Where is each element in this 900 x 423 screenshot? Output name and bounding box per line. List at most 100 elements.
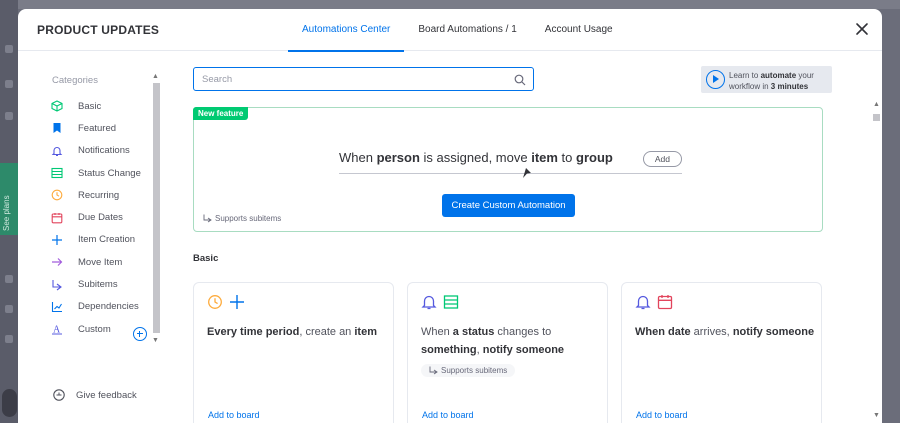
card-title: When date arrives, notify someone	[635, 326, 815, 338]
cursor-icon	[522, 166, 532, 178]
tab-automations-center[interactable]: Automations Center	[288, 9, 405, 52]
background-right	[882, 9, 900, 423]
automation-card[interactable]: When a status changes to something, noti…	[407, 282, 608, 423]
modal-title: PRODUCT UPDATES	[37, 23, 160, 37]
cube-icon	[50, 99, 64, 113]
learn-video-button[interactable]: Learn to automate your workflow in 3 min…	[701, 66, 832, 93]
category-label: Move Item	[78, 256, 123, 268]
categories-title: Categories	[52, 75, 98, 86]
close-icon[interactable]	[854, 21, 870, 37]
category-label: Recurring	[78, 189, 120, 201]
product-updates-modal: PRODUCT UPDATES Automations Center Board…	[18, 9, 882, 423]
create-custom-automation-button[interactable]: Create Custom Automation	[442, 194, 575, 217]
category-label: Dependencies	[78, 301, 139, 313]
scroll-thumb[interactable]	[873, 114, 880, 121]
feedback-icon	[52, 388, 66, 402]
plus-icon	[229, 294, 245, 310]
give-feedback-link[interactable]: Give feedback	[52, 388, 137, 402]
category-move-item[interactable]: Move Item	[50, 251, 160, 273]
status-icon	[50, 166, 64, 180]
categories-sidebar: Categories Basic Featured Notifications …	[18, 51, 168, 423]
add-category-button[interactable]	[133, 327, 147, 341]
sidebar-scrollbar[interactable]: ▲ ▼	[151, 73, 161, 349]
main-scrollbar[interactable]: ▲ ▼	[871, 99, 881, 423]
add-to-board-link[interactable]: Add to board	[208, 410, 260, 420]
category-status-change[interactable]: Status Change	[50, 162, 160, 184]
supports-subitems-tag: Supports subitems	[203, 214, 281, 223]
automation-sentence: When person is assigned, move item to gr…	[339, 150, 682, 174]
arrow-right-icon	[50, 255, 64, 269]
bookmark-icon	[50, 121, 64, 135]
category-featured[interactable]: Featured	[50, 117, 160, 139]
group-token[interactable]: group	[576, 150, 613, 165]
person-token[interactable]: person	[377, 150, 420, 165]
scroll-up-icon[interactable]: ▲	[873, 101, 880, 108]
card-title: Every time period, create an item	[207, 326, 377, 338]
subitems-icon	[429, 366, 438, 375]
add-to-board-link[interactable]: Add to board	[422, 410, 474, 420]
bell-icon	[421, 294, 437, 310]
rail-icon	[5, 45, 13, 53]
clock-icon	[50, 188, 64, 202]
bell-icon	[50, 144, 64, 158]
custom-icon: A	[50, 322, 64, 336]
background-topbar	[18, 0, 900, 9]
subitems-icon	[50, 278, 64, 292]
rail-icon	[5, 80, 13, 88]
category-notifications[interactable]: Notifications	[50, 140, 160, 162]
rail-icon	[5, 305, 13, 313]
subitems-icon	[203, 214, 212, 223]
category-label: Basic	[78, 100, 102, 112]
tab-account-usage[interactable]: Account Usage	[531, 9, 627, 51]
search-box	[193, 67, 534, 91]
category-label: Subitems	[78, 279, 118, 291]
add-condition-button[interactable]: Add	[642, 151, 682, 167]
learn-text: Learn to automate your workflow in 3 min…	[729, 71, 814, 91]
tab-board-automations[interactable]: Board Automations / 1	[404, 9, 530, 51]
play-icon	[706, 70, 725, 89]
status-icon	[443, 294, 459, 310]
custom-automation-panel: New feature When person is assigned, mov…	[193, 107, 823, 232]
category-list: Basic Featured Notifications Status Chan…	[50, 95, 160, 340]
add-to-board-link[interactable]: Add to board	[636, 410, 688, 420]
basic-section-title: Basic	[193, 253, 219, 264]
category-label: Status Change	[78, 167, 141, 179]
rail-icon	[5, 275, 13, 283]
category-basic[interactable]: Basic	[50, 95, 160, 117]
category-dependencies[interactable]: Dependencies	[50, 296, 160, 318]
bell-icon	[635, 294, 651, 310]
card-title: When a status changes to something, noti…	[421, 326, 565, 356]
item-token[interactable]: item	[531, 150, 558, 165]
supports-subitems-chip: Supports subitems	[421, 364, 516, 377]
category-label: Featured	[78, 122, 117, 134]
scroll-thumb[interactable]	[153, 83, 160, 333]
category-due-dates[interactable]: Due Dates	[50, 206, 160, 228]
category-subitems[interactable]: Subitems	[50, 273, 160, 295]
scroll-up-icon[interactable]: ▲	[152, 73, 159, 80]
category-label: Due Dates	[78, 212, 123, 224]
rail-icon	[5, 112, 13, 120]
calendar-icon	[657, 294, 673, 310]
search-icon[interactable]	[514, 73, 526, 86]
calendar-icon	[50, 211, 64, 225]
scroll-down-icon[interactable]: ▼	[873, 412, 880, 419]
automation-card[interactable]: When date arrives, notify someone Add to…	[621, 282, 822, 423]
see-plans-button[interactable]: See plans	[0, 163, 18, 235]
svg-text:A: A	[53, 325, 61, 336]
rail-icon	[5, 335, 13, 343]
scroll-down-icon[interactable]: ▼	[152, 337, 159, 344]
clock-icon	[207, 294, 223, 310]
category-label: Notifications	[78, 145, 130, 157]
category-label: Item Creation	[78, 234, 136, 246]
search-input[interactable]	[194, 68, 494, 90]
category-label: Custom	[78, 323, 111, 335]
avatar[interactable]	[2, 389, 17, 417]
category-recurring[interactable]: Recurring	[50, 184, 160, 206]
plus-icon	[50, 233, 64, 247]
dependencies-icon	[50, 300, 64, 314]
automation-card[interactable]: Every time period, create an item Add to…	[193, 282, 394, 423]
new-feature-badge: New feature	[193, 107, 249, 120]
category-item-creation[interactable]: Item Creation	[50, 229, 160, 251]
modal-header: PRODUCT UPDATES Automations Center Board…	[18, 9, 882, 52]
tab-bar: Automations Center Board Automations / 1…	[288, 9, 627, 52]
